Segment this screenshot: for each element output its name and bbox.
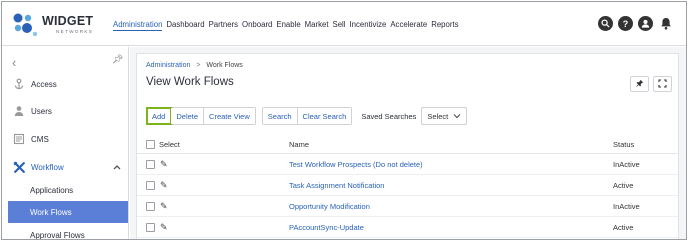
sidebar-item-label: Users — [31, 106, 52, 116]
pin-button[interactable] — [630, 76, 649, 92]
user-icon[interactable] — [638, 16, 653, 31]
saved-searches-label: Saved Searches — [361, 111, 417, 121]
sidebar-item-cms[interactable]: CMS — [2, 128, 129, 150]
nav-administration[interactable]: Administration — [113, 20, 163, 31]
brand-subtitle: NETWORKS — [56, 29, 94, 34]
search-button-group: Search Clear Search — [261, 107, 353, 125]
pencil-icon[interactable]: ✎ — [160, 180, 168, 191]
table-row: ✎ Task Assignment Notification Active — [137, 175, 678, 196]
workflow-name-link[interactable]: PAccountSync-Update — [289, 223, 364, 232]
workflow-status: InActive — [613, 160, 640, 169]
users-icon — [12, 104, 26, 118]
sidebar-item-label: Applications — [30, 185, 74, 195]
workflow-status: Active — [613, 181, 634, 190]
workflow-name-link[interactable]: Opportunity Modification — [289, 202, 370, 211]
pencil-icon[interactable]: ✎ — [160, 159, 168, 170]
top-navigation-bar: WIDGET NETWORKS Administration Dashboard… — [2, 2, 686, 46]
chevron-up-icon[interactable] — [113, 163, 121, 172]
nav-partners[interactable]: Partners — [209, 20, 238, 31]
row-checkbox[interactable] — [146, 223, 155, 232]
brand-name: WIDGET — [42, 14, 94, 28]
nav-enable[interactable]: Enable — [276, 20, 300, 31]
search-button[interactable]: Search — [262, 108, 298, 124]
pin-icon — [635, 79, 644, 89]
sidebar-item-applications[interactable]: Applications — [2, 179, 129, 201]
sidebar-item-workflow[interactable]: Workflow — [2, 156, 129, 178]
workflow-status: Active — [613, 223, 634, 232]
top-icon-group: ? — [598, 16, 673, 31]
sidebar-item-users[interactable]: Users — [2, 100, 129, 122]
app-window: WIDGET NETWORKS Administration Dashboard… — [1, 1, 687, 240]
expand-icon — [658, 78, 667, 90]
work-flows-table: Select Name Status ✎ Test Workflow Prosp… — [137, 134, 678, 238]
create-view-button[interactable]: Create View — [204, 108, 255, 124]
sidebar-item-label: Approval Flows — [30, 230, 85, 240]
column-header-status[interactable]: Status — [613, 140, 634, 149]
nav-market[interactable]: Market — [305, 20, 329, 31]
workflow-name-link[interactable]: Test Workflow Prospects (Do not delete) — [289, 160, 423, 169]
delete-button[interactable]: Delete — [171, 108, 205, 124]
nav-dashboard[interactable]: Dashboard — [166, 20, 204, 31]
sidebar-item-label: Workflow — [31, 162, 64, 172]
select-all-checkbox[interactable] — [146, 140, 155, 149]
access-icon — [12, 77, 26, 91]
column-header-select: Select — [159, 140, 180, 149]
bell-icon[interactable] — [658, 16, 673, 31]
page-title: View Work Flows — [146, 76, 234, 88]
pencil-icon[interactable]: ✎ — [160, 222, 168, 233]
workflow-icon — [12, 160, 26, 174]
sidebar-item-approval-flows[interactable]: Approval Flows — [2, 224, 129, 240]
nav-sell[interactable]: Sell — [333, 20, 346, 31]
table-row: ✎ Opportunity Modification InActive — [137, 196, 678, 217]
nav-incentivize[interactable]: Incentivize — [350, 20, 387, 31]
cms-icon — [12, 132, 26, 146]
sidebar: ‹ 📌︎ Access Users CMS Workflow Applicati… — [2, 47, 129, 240]
table-row: ✎ PAccountSync-Update Active — [137, 217, 678, 238]
workflow-status: InActive — [613, 202, 640, 211]
saved-searches-select[interactable]: Select — [421, 107, 468, 125]
breadcrumb-separator: > — [196, 62, 201, 69]
sidebar-item-label: CMS — [31, 134, 49, 144]
table-row: ✎ Test Workflow Prospects (Do not delete… — [137, 154, 678, 175]
nav-reports[interactable]: Reports — [431, 20, 458, 31]
row-checkbox[interactable] — [146, 160, 155, 169]
sidebar-item-label: Work Flows — [30, 207, 72, 217]
select-value: Select — [427, 111, 449, 121]
help-icon[interactable]: ? — [618, 16, 633, 31]
nav-accelerate[interactable]: Accelerate — [390, 20, 427, 31]
nav-onboard[interactable]: Onboard — [242, 20, 272, 31]
pin-icon[interactable]: 📌︎ — [112, 54, 123, 65]
sidebar-item-label: Access — [31, 79, 57, 89]
breadcrumb: Administration > Work Flows — [146, 62, 243, 69]
breadcrumb-administration[interactable]: Administration — [146, 62, 190, 69]
main-content: Administration > Work Flows View Work Fl… — [130, 47, 686, 239]
row-checkbox[interactable] — [146, 181, 155, 190]
workflow-name-link[interactable]: Task Assignment Notification — [289, 181, 384, 190]
add-button[interactable]: Add — [145, 107, 173, 125]
row-checkbox[interactable] — [146, 202, 155, 211]
clear-search-button[interactable]: Clear Search — [297, 108, 352, 124]
toolbar: Add Delete Create View Search Clear Sear… — [145, 107, 468, 125]
sidebar-item-access[interactable]: Access — [2, 73, 129, 95]
breadcrumb-current: Work Flows — [206, 62, 243, 69]
back-chevron-icon[interactable]: ‹ — [12, 55, 16, 70]
chevron-down-icon — [453, 112, 461, 121]
work-flows-panel: Administration > Work Flows View Work Fl… — [136, 53, 679, 239]
table-header: Select Name Status — [137, 134, 678, 154]
search-icon[interactable] — [598, 16, 613, 31]
action-button-group: Add Delete Create View — [145, 107, 256, 125]
sidebar-item-work-flows[interactable]: Work Flows — [8, 201, 128, 223]
pencil-icon[interactable]: ✎ — [160, 201, 168, 212]
expand-button[interactable] — [653, 76, 672, 92]
main-nav: Administration Dashboard Partners Onboar… — [113, 20, 459, 31]
column-header-name[interactable]: Name — [289, 140, 309, 149]
widget-logo-icon[interactable] — [12, 12, 38, 38]
